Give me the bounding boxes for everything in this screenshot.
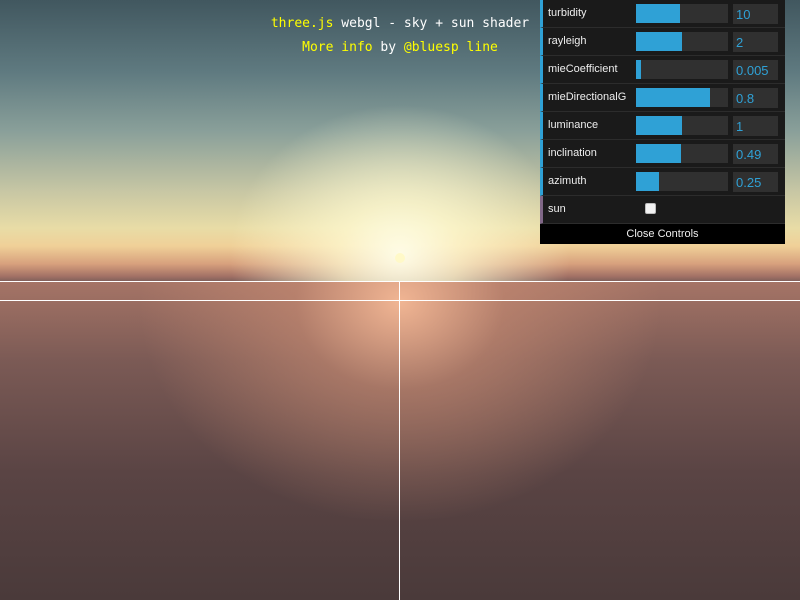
control-row-mie-directional-g: mieDirectionalG: [540, 84, 785, 112]
control-label: inclination: [548, 147, 597, 159]
control-label: sun: [548, 203, 566, 215]
slider-fill: [636, 88, 710, 107]
slider-fill: [636, 116, 682, 135]
info-by-text: by: [372, 40, 404, 55]
control-row-sun: sun: [540, 196, 785, 224]
mie-coefficient-slider[interactable]: [636, 60, 728, 79]
control-row-inclination: inclination: [540, 140, 785, 168]
turbidity-input[interactable]: [733, 4, 778, 24]
mie-directional-g-slider[interactable]: [636, 88, 728, 107]
slider-fill: [636, 4, 681, 23]
control-row-luminance: luminance: [540, 112, 785, 140]
slider-fill: [636, 172, 659, 191]
sun-sphere: [395, 253, 405, 263]
rayleigh-input[interactable]: [733, 32, 778, 52]
threejs-link[interactable]: three.js: [271, 16, 334, 31]
control-label: luminance: [548, 119, 599, 131]
grid-line-horizontal: [0, 300, 800, 301]
slider-fill: [636, 32, 682, 51]
rayleigh-slider[interactable]: [636, 32, 728, 51]
luminance-slider[interactable]: [636, 116, 728, 135]
mie-directional-g-input[interactable]: [733, 88, 778, 108]
mie-coefficient-input[interactable]: [733, 60, 778, 80]
slider-fill: [636, 144, 682, 163]
control-label: rayleigh: [548, 35, 587, 47]
grid-line-horizontal: [0, 281, 800, 282]
info-title-text: webgl - sky + sun shader: [333, 16, 530, 31]
control-label: mieCoefficient: [548, 63, 618, 75]
turbidity-slider[interactable]: [636, 4, 728, 23]
sun-checkbox[interactable]: [645, 203, 656, 214]
control-row-mie-coefficient: mieCoefficient: [540, 56, 785, 84]
control-label: mieDirectionalG: [548, 91, 627, 103]
grid-line-vertical: [399, 282, 400, 600]
control-row-azimuth: azimuth: [540, 168, 785, 196]
control-label: turbidity: [548, 7, 587, 19]
azimuth-slider[interactable]: [636, 172, 728, 191]
control-row-turbidity: turbidity: [540, 0, 785, 28]
author-link[interactable]: @bluesp line: [404, 40, 498, 55]
control-label: azimuth: [548, 175, 587, 187]
control-row-rayleigh: rayleigh: [540, 28, 785, 56]
more-info-link[interactable]: More info: [302, 40, 372, 55]
azimuth-input[interactable]: [733, 172, 778, 192]
luminance-input[interactable]: [733, 116, 778, 136]
controls-panel: turbidity rayleigh mieCoefficient mieDir…: [540, 0, 785, 244]
inclination-input[interactable]: [733, 144, 778, 164]
inclination-slider[interactable]: [636, 144, 728, 163]
slider-fill: [636, 60, 641, 79]
ground-plane: [0, 282, 800, 600]
close-controls-button[interactable]: Close Controls: [540, 224, 785, 244]
